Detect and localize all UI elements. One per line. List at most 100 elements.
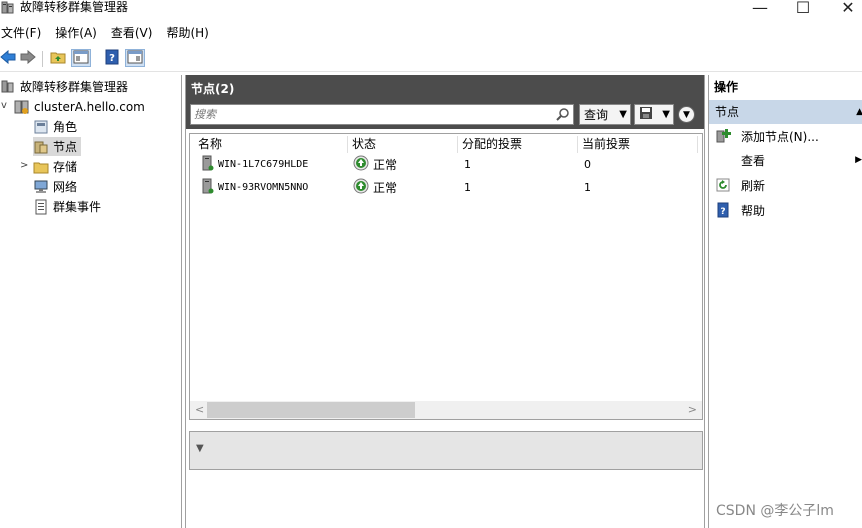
menu-help[interactable]: 帮助(H) [166,23,208,43]
refresh-icon [715,177,731,193]
nodes-icon [33,139,49,155]
forward-arrow-icon [20,49,36,67]
tree-item-label: 存储 [53,160,78,174]
tree-item-label: 网络 [53,180,78,194]
menu-bar: 文件(F) 操作(A) 查看(V) 帮助(H) [0,23,862,43]
table-row[interactable]: WIN-93RVOMN5NNO 正常 1 1 [190,177,702,197]
search-box [190,104,574,125]
action-add-node[interactable]: 添加节点(N)... [709,125,862,147]
cluster-events-icon [33,199,49,215]
minimize-button[interactable]: — [737,0,783,18]
actions-section-label: 节点 [715,105,740,119]
storage-expand-chevron-icon[interactable]: > [20,160,28,171]
search-input[interactable] [191,105,541,124]
folder-up-icon [50,49,66,68]
actions-section-nodes[interactable]: 节点 ▲ [709,100,862,124]
svg-text:?: ? [720,207,725,217]
action-label: 添加节点(N)... [741,129,819,144]
server-icon [202,155,214,174]
scroll-left-icon[interactable]: < [195,403,204,416]
tree-item-roles[interactable]: 角色 [33,117,77,136]
expand-collapse-button[interactable]: ▼ [678,106,695,123]
query-label: 查询 [584,108,609,122]
show-hide-console-tree-button[interactable] [71,49,91,67]
show-hide-action-pane-button[interactable] [125,49,145,67]
svg-text:?: ? [109,53,115,64]
cluster-icon [14,99,30,115]
maximize-button[interactable]: ☐ [780,0,826,18]
action-refresh[interactable]: 刷新 [709,174,862,196]
scroll-right-icon[interactable]: > [688,403,697,416]
tree-item-networks[interactable]: 网络 [33,177,77,196]
tree-item-nodes[interactable]: 节点 [33,137,82,156]
column-header-name[interactable]: 名称 [194,136,348,153]
node-status-cell: 正常 [353,154,397,174]
current-votes: 0 [584,157,591,171]
action-pane-icon [127,50,143,67]
menu-file[interactable]: 文件(F) [1,23,41,43]
action-view[interactable]: 查看 ▶ [709,149,862,171]
scrollbar-thumb[interactable] [207,402,415,418]
assigned-votes: 1 [464,157,471,171]
forward-button[interactable] [18,49,38,67]
query-dropdown-button[interactable]: 查询 ▼ [579,104,631,125]
up-folder-button[interactable] [48,49,68,67]
actions-pane: 操作 节点 ▲ 添加节点(N)... 查看 ▶ 刷新 ? 帮助 [708,75,862,528]
add-node-icon [715,128,731,144]
toolbar: ? [0,45,862,72]
action-help[interactable]: ? 帮助 [709,199,862,221]
node-status: 正常 [373,157,398,172]
horizontal-scrollbar[interactable]: < > [190,401,702,419]
network-icon [33,179,49,195]
toolbar-separator [42,51,43,67]
search-icon[interactable] [556,107,570,121]
cluster-collapse-chevron-icon[interactable]: v [1,100,7,111]
back-arrow-icon [0,49,16,67]
caret-down-icon: ▼ [662,109,670,120]
node-status: 正常 [373,180,398,195]
close-button[interactable]: ✕ [825,0,862,18]
tree-item-label: 角色 [53,120,78,134]
tree-item-label: 群集事件 [53,200,102,214]
node-status-cell: 正常 [353,177,397,197]
save-query-dropdown-button[interactable]: ▼ [634,104,674,125]
help-icon: ? [105,49,119,68]
node-name-cell: WIN-93RVOMN5NNO [202,177,308,197]
column-header-status[interactable]: 状态 [348,136,458,153]
blank-icon [715,152,731,168]
console-tree-icon [73,50,89,67]
tree-item-storage[interactable]: 存储 [33,157,77,176]
action-label: 刷新 [741,178,766,193]
results-pane: 节点(2) 查询 ▼ ▼ ▼ 名称 状态 分配的投票 当前投票 [185,75,705,528]
filter-bar: 查询 ▼ ▼ ▼ [186,101,704,129]
menu-view[interactable]: 查看(V) [111,23,153,43]
nodes-list: 名称 状态 分配的投票 当前投票 WIN-1L7C679HLDE 正常 1 0 [189,133,703,420]
action-label: 查看 [741,153,766,168]
tree-root-label: 故障转移群集管理器 [20,80,129,94]
column-header-current-votes[interactable]: 当前投票 [578,136,698,153]
help-icon: ? [715,202,731,218]
submenu-arrow-icon: ▶ [855,155,862,165]
chevron-down-icon[interactable]: ▼ [196,443,204,454]
node-name: WIN-1L7C679HLDE [218,158,309,170]
action-label: 帮助 [741,203,766,218]
status-up-arrow-icon [353,155,369,174]
help-toolbar-button[interactable]: ? [102,49,122,67]
window-title: 故障转移群集管理器 [20,0,129,14]
back-button[interactable] [0,49,18,67]
column-header-assigned-votes[interactable]: 分配的投票 [458,136,578,153]
collapse-up-icon[interactable]: ▲ [856,100,862,124]
status-up-arrow-icon [353,178,369,197]
server-icon [202,178,214,197]
assigned-votes: 1 [464,180,471,194]
roles-icon [33,119,49,135]
tree-item-cluster-events[interactable]: 群集事件 [33,197,101,216]
tree-root[interactable]: 故障转移群集管理器 [0,77,128,96]
tree-cluster[interactable]: clusterA.hello.com [14,97,145,116]
menu-action[interactable]: 操作(A) [55,23,97,43]
storage-icon [33,159,49,175]
tree-item-label: 节点 [53,140,78,154]
save-disk-icon [639,106,653,123]
table-row[interactable]: WIN-1L7C679HLDE 正常 1 0 [190,154,702,174]
actions-header: 操作 [714,80,739,94]
